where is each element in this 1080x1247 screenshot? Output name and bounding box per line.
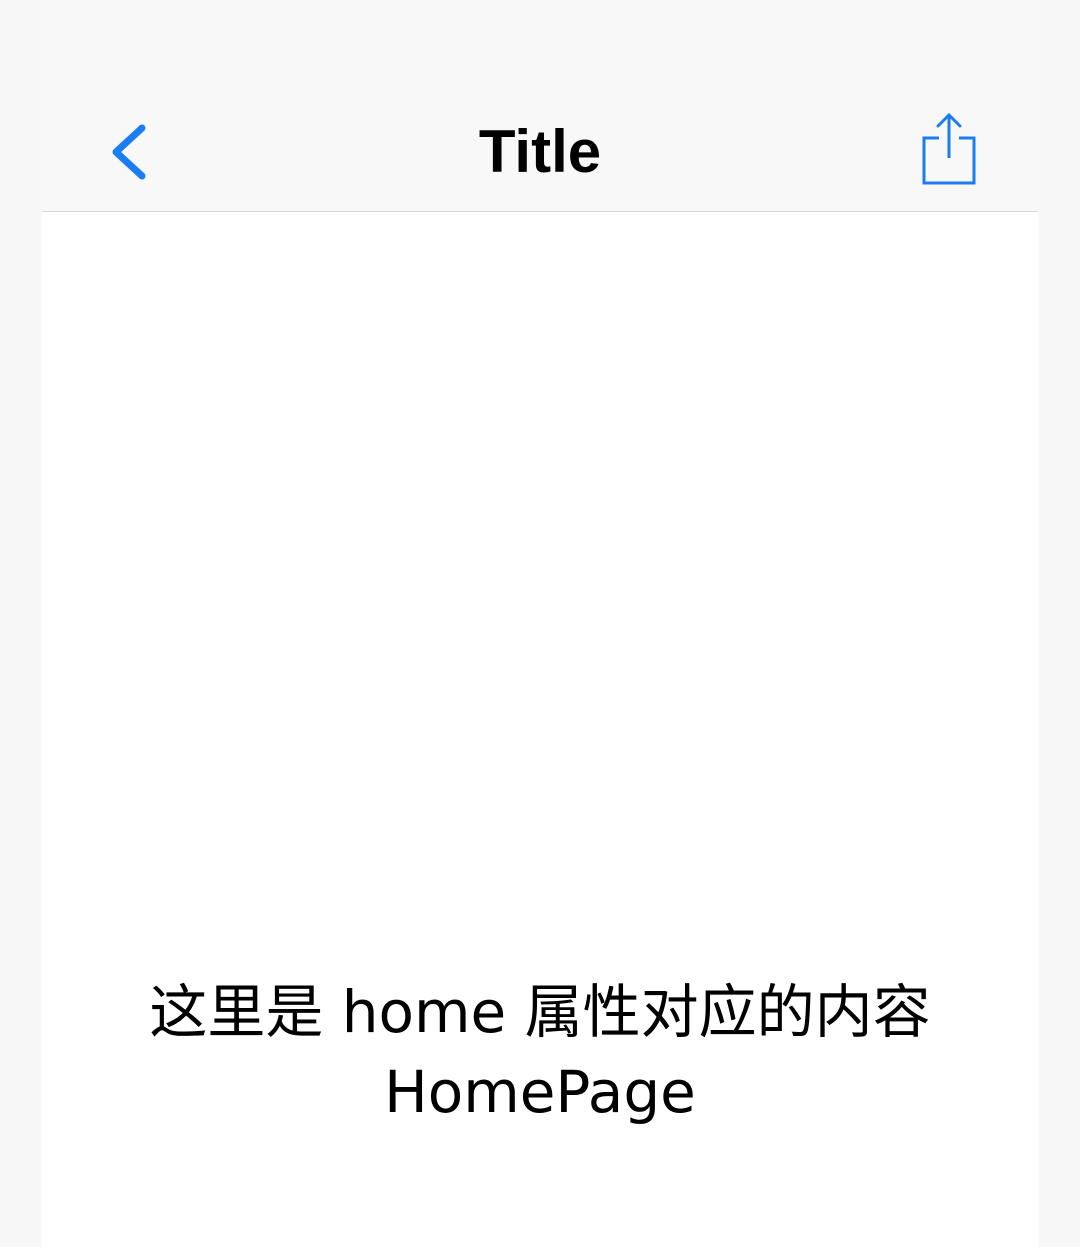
navigation-bar: Title — [42, 0, 1038, 212]
page-title: Title — [478, 118, 602, 185]
home-content: 这里是 home 属性对应的内容 HomePage — [42, 212, 1038, 1247]
share-button[interactable] — [914, 110, 984, 190]
share-icon — [922, 112, 976, 185]
home-message-line-1: 这里是 home 属性对应的内容 — [149, 978, 931, 1046]
home-message: 这里是 home 属性对应的内容 HomePage — [42, 972, 1038, 1132]
app-screen: Title 这里是 home 属性对应的内容 HomePage — [42, 0, 1038, 1247]
home-message-line-2: HomePage — [384, 1058, 696, 1126]
